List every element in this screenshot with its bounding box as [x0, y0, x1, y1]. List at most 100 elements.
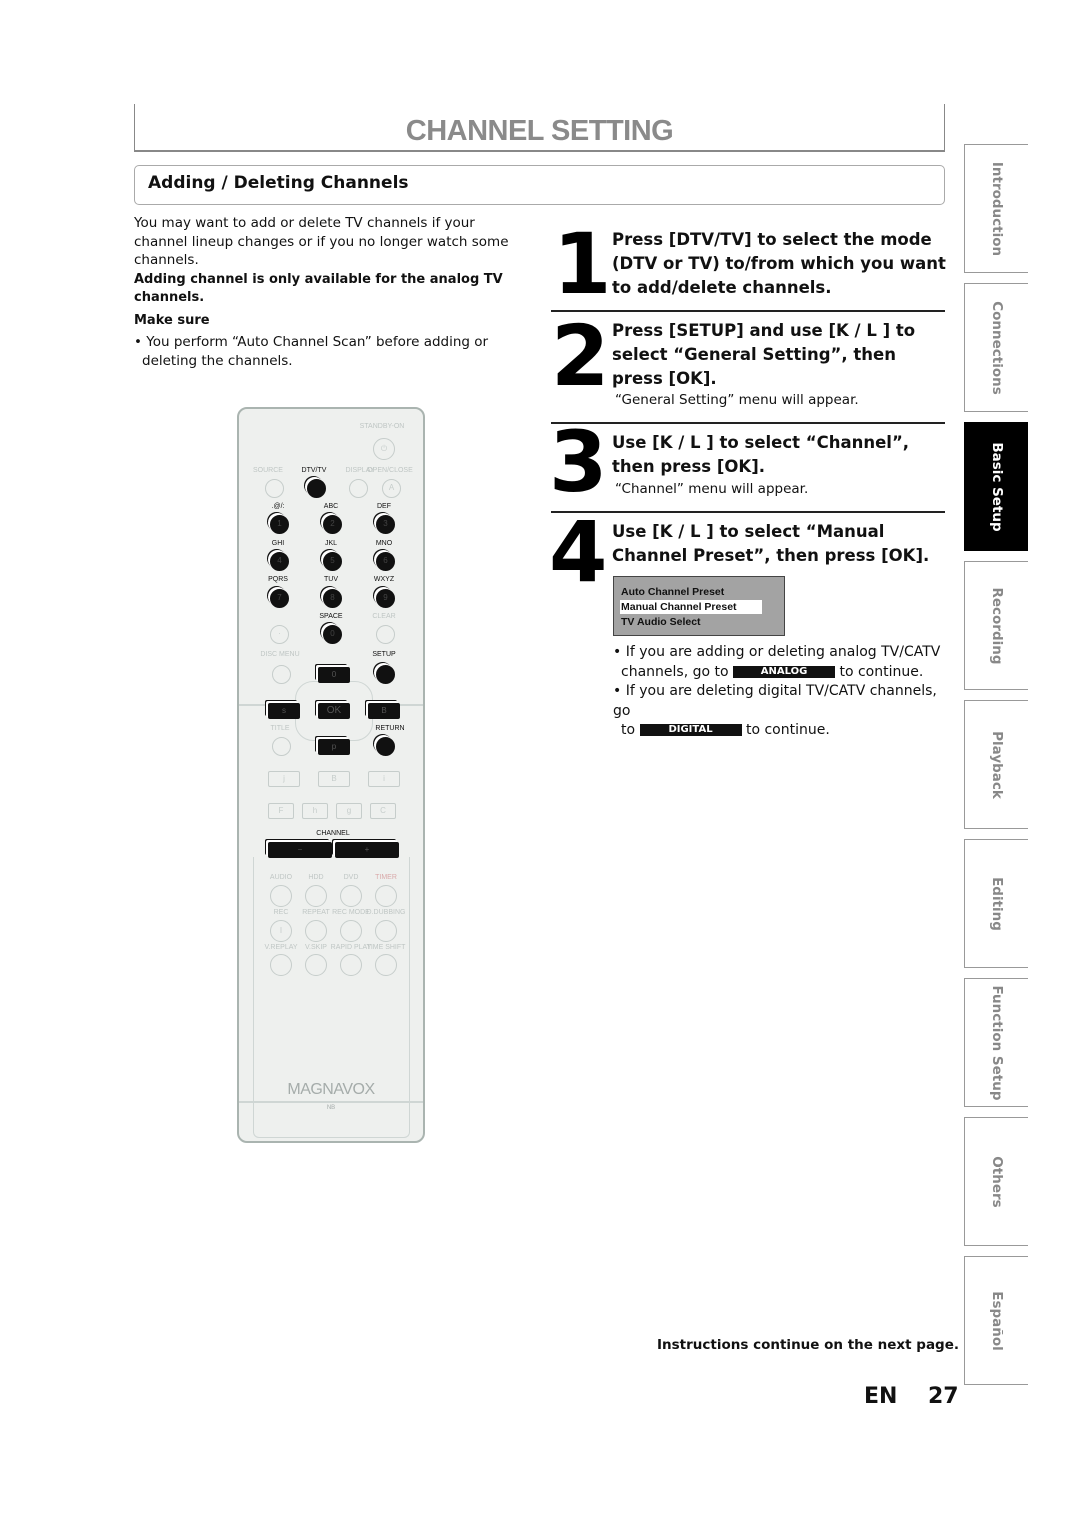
- key-9-label: WXYZ: [373, 576, 395, 583]
- key-4-button: 4: [270, 552, 289, 571]
- transport-button: g: [336, 803, 362, 819]
- key-5-button: 5: [323, 552, 342, 571]
- hdd-button: [305, 885, 327, 907]
- dpad-up-button: 0: [318, 667, 350, 683]
- transport-button: h: [302, 803, 328, 819]
- d-dubbing-label: D.DUBBING: [366, 909, 406, 916]
- key-1-label: .@/:: [271, 503, 285, 510]
- side-tab-recording[interactable]: Recording: [964, 561, 1028, 690]
- side-tab-others[interactable]: Others: [964, 1117, 1028, 1246]
- step-4-bullets: • If you are adding or deleting analog T…: [613, 643, 953, 741]
- power-icon: ⏻: [373, 438, 395, 460]
- step-2-subtext: “General Setting” menu will appear.: [615, 392, 859, 408]
- step-divider: [551, 422, 945, 424]
- side-tab-basic-setup[interactable]: Basic Setup: [964, 422, 1028, 551]
- step-3-subtext: “Channel” menu will appear.: [615, 481, 809, 497]
- analog-bullet-line2: channels, go to ANALOG to continue.: [613, 663, 953, 683]
- standby-label: STANDBY-ON: [359, 423, 405, 430]
- side-tab-label: Function Setup: [988, 984, 1005, 1101]
- side-tab-label: Others: [988, 1155, 1005, 1208]
- digital-section-link[interactable]: DIGITAL: [639, 724, 742, 736]
- channel-down-button: −: [268, 842, 332, 858]
- dtv-tv-label: DTV/TV: [301, 467, 327, 474]
- continue-note: Instructions continue on the next page.: [657, 1337, 959, 1353]
- setup-button: [376, 665, 395, 684]
- step-1-number: 1: [553, 215, 611, 313]
- section-title: Adding / Deleting Channels: [148, 173, 409, 193]
- make-sure-bullet: • You perform “Auto Channel Scan” before…: [134, 333, 524, 370]
- dot-button: ·: [270, 625, 289, 644]
- open-close-button: A: [382, 479, 401, 498]
- side-tab-introduction[interactable]: Introduction: [964, 144, 1028, 273]
- dpad-right-button: B: [368, 703, 400, 719]
- side-tab-label: Español: [988, 1290, 1005, 1351]
- digital-bullet-line1: • If you are deleting digital TV/CATV ch…: [613, 683, 937, 719]
- audio-button: [270, 885, 292, 907]
- side-tab-label: Playback: [988, 730, 1005, 799]
- key-1-button: 1: [270, 515, 289, 534]
- key-3-label: DEF: [377, 503, 391, 510]
- analog-bullet-prefix: channels, go to: [621, 663, 729, 680]
- intro-text: You may want to add or delete TV channel…: [134, 215, 509, 268]
- step-4-number: 4: [549, 503, 607, 601]
- key-7-label: PQRS: [268, 576, 288, 583]
- key-8-button: 8: [323, 589, 342, 608]
- side-tab-label: Introduction: [988, 161, 1005, 256]
- analog-bullet-line1: • If you are adding or deleting analog T…: [613, 644, 941, 660]
- time-shift-label: TIME SHIFT: [366, 944, 406, 951]
- disc-menu-label: DISC MENU: [260, 651, 300, 658]
- step-2-title: Press [SETUP] and use [K / L ] to select…: [612, 321, 916, 388]
- side-tab-label: Editing: [988, 876, 1005, 931]
- step-1-title: Press [DTV/TV] to select the mode (DTV o…: [612, 230, 946, 297]
- dpad-down-button: p: [318, 739, 350, 755]
- title-label: TITLE: [270, 725, 290, 732]
- v-replay-button: [270, 954, 292, 976]
- channel-up-button: +: [335, 842, 399, 858]
- divider-line: [239, 1101, 423, 1103]
- setup-label: SETUP: [372, 651, 396, 658]
- timer-label: TIMER: [375, 874, 397, 881]
- step-divider: [551, 310, 945, 312]
- side-tab-espanol[interactable]: Español: [964, 1256, 1028, 1385]
- page-title: CHANNEL SETTING: [405, 115, 674, 147]
- clear-button: [376, 625, 395, 644]
- side-tab-playback[interactable]: Playback: [964, 700, 1028, 829]
- transport-button: F: [268, 803, 294, 819]
- model-label: NB: [326, 1105, 336, 1111]
- menu-item-auto-channel-preset: Auto Channel Preset: [621, 586, 725, 598]
- step-2-number: 2: [551, 307, 609, 405]
- source-label: SOURCE: [253, 467, 283, 474]
- make-sure-label: Make sure: [134, 313, 210, 328]
- side-tab-label: Connections: [988, 300, 1005, 395]
- key-6-label: MNO: [375, 540, 393, 547]
- v-skip-button: [305, 954, 327, 976]
- side-tab-connections[interactable]: Connections: [964, 283, 1028, 412]
- side-tab-function-setup[interactable]: Function Setup: [964, 978, 1028, 1107]
- rapid-play-button: [340, 954, 362, 976]
- dpad-left-button: s: [268, 703, 300, 719]
- side-tab-label: Basic Setup: [988, 441, 1005, 532]
- space-label: SPACE: [319, 613, 343, 620]
- title-button: [272, 737, 291, 756]
- return-button: [376, 737, 395, 756]
- key-0-button: 0: [323, 625, 342, 644]
- repeat-button: [305, 920, 327, 942]
- analog-note: Adding channel is only available for the…: [134, 272, 503, 305]
- side-tab-label: Recording: [988, 586, 1005, 665]
- transport-button: i: [368, 771, 400, 787]
- display-button: [349, 479, 368, 498]
- digital-bullet-suffix: to continue.: [745, 722, 830, 738]
- clear-label: CLEAR: [372, 613, 396, 620]
- analog-section-link[interactable]: ANALOG: [733, 665, 836, 678]
- key-4-label: GHI: [271, 540, 285, 547]
- key-9-button: 9: [376, 589, 395, 608]
- channel-label: CHANNEL: [316, 830, 350, 837]
- step-4-title: Use [K / L ] to select “Manual Channel P…: [612, 522, 930, 565]
- menu-item-tv-audio-select: TV Audio Select: [621, 616, 701, 628]
- side-tab-editing[interactable]: Editing: [964, 839, 1028, 968]
- timer-button: [375, 885, 397, 907]
- remote-control-illustration: STANDBY-ON ⏻ SOURCE DTV/TV DISPLAY OPEN/…: [237, 407, 425, 1143]
- key-7-button: 7: [270, 589, 289, 608]
- step-3-number: 3: [549, 413, 607, 511]
- page-title-box: CHANNEL SETTING: [133, 104, 945, 152]
